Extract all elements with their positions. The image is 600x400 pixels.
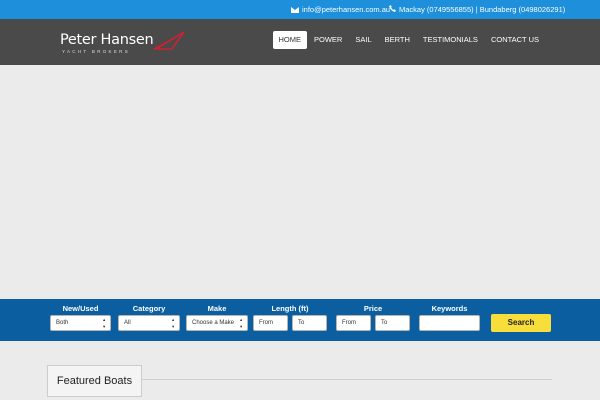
logo-sail-icon	[153, 31, 185, 50]
new-used-label: New/Used	[62, 304, 99, 313]
category-select[interactable]: All	[118, 315, 180, 331]
main-nav: HOME POWER SAIL BERTH TESTIMONIALS CONTA…	[272, 31, 545, 49]
logo-name: Peter Hansen	[60, 32, 154, 48]
nav-contact-us[interactable]: CONTACT US	[485, 31, 545, 49]
nav-testimonials[interactable]: TESTIMONIALS	[417, 31, 484, 49]
length-to-input[interactable]: To	[292, 315, 327, 331]
envelope-icon	[291, 6, 299, 13]
site-header: Peter Hansen YACHT BROKERS HOME POWER SA…	[0, 19, 600, 65]
contact-bar: info@peterhansen.com.au Mackay (07495568…	[0, 0, 600, 19]
nav-home[interactable]: HOME	[272, 31, 308, 49]
featured-title: Featured Boats	[47, 365, 142, 397]
featured-section: Featured Boats	[0, 341, 600, 400]
length-label: Length (ft)	[271, 304, 309, 313]
phone-text: Mackay (0749556855) | Bundaberg (0498026…	[399, 5, 566, 14]
keywords-label: Keywords	[431, 304, 468, 313]
price-to-input[interactable]: To	[375, 315, 410, 331]
phone-icon	[389, 5, 396, 14]
boat-search-bar: New/Used Category Make Length (ft) Price…	[0, 299, 600, 341]
make-label: Make	[207, 304, 227, 313]
email-text[interactable]: info@peterhansen.com.au	[302, 5, 390, 14]
logo[interactable]: Peter Hansen YACHT BROKERS	[60, 31, 185, 54]
phone-contact: Mackay (0749556855) | Bundaberg (0498026…	[389, 5, 565, 14]
nav-power[interactable]: POWER	[308, 31, 348, 49]
hero-banner	[0, 65, 600, 300]
featured-divider	[142, 379, 552, 380]
make-select[interactable]: Choose a Make	[186, 315, 248, 331]
price-from-input[interactable]: From	[336, 315, 371, 331]
search-button[interactable]: Search	[491, 314, 551, 332]
email-contact[interactable]: info@peterhansen.com.au	[291, 5, 390, 14]
new-used-select[interactable]: Both	[50, 315, 111, 331]
length-from-input[interactable]: From	[253, 315, 288, 331]
price-label: Price	[363, 304, 383, 313]
nav-sail[interactable]: SAIL	[349, 31, 377, 49]
logo-tagline: YACHT BROKERS	[62, 49, 130, 54]
nav-berth[interactable]: BERTH	[379, 31, 416, 49]
keywords-input[interactable]	[419, 315, 480, 331]
category-label: Category	[132, 304, 166, 313]
